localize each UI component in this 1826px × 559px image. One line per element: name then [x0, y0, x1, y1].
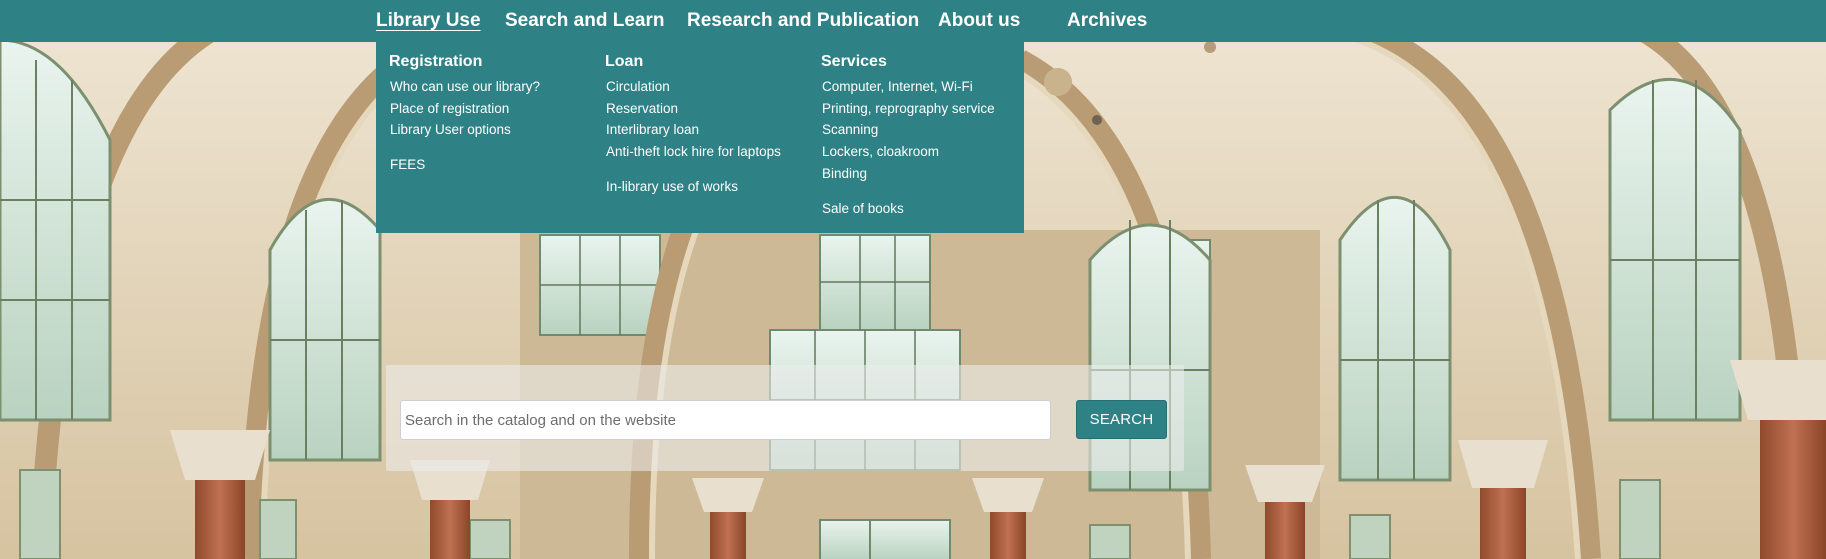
- dropdown-column-loan: Loan Circulation Reservation Interlibrar…: [605, 52, 781, 198]
- nav-item-about-us[interactable]: About us: [938, 0, 1020, 42]
- dropdown-link-interlibrary-loan[interactable]: Interlibrary loan: [605, 119, 781, 141]
- search-button[interactable]: SEARCH: [1076, 400, 1167, 439]
- search-input[interactable]: [400, 400, 1051, 440]
- nav-item-search-and-learn[interactable]: Search and Learn: [505, 0, 664, 42]
- dropdown-heading-loan[interactable]: Loan: [605, 52, 781, 72]
- dropdown-link-printing-reprography[interactable]: Printing, reprography service: [821, 98, 995, 120]
- dropdown-link-fees[interactable]: FEES: [389, 154, 540, 176]
- dropdown-column-registration: Registration Who can use our library? Pl…: [389, 52, 540, 176]
- dropdown-link-library-user-options[interactable]: Library User options: [389, 119, 540, 141]
- dropdown-link-computer-internet-wifi[interactable]: Computer, Internet, Wi-Fi: [821, 76, 995, 98]
- nav-item-library-use[interactable]: Library Use: [376, 0, 481, 42]
- library-use-dropdown-menu: Registration Who can use our library? Pl…: [376, 42, 1024, 233]
- dropdown-link-reservation[interactable]: Reservation: [605, 98, 781, 120]
- nav-item-archives[interactable]: Archives: [1067, 0, 1147, 42]
- dropdown-heading-services[interactable]: Services: [821, 52, 995, 72]
- nav-item-research-and-publication[interactable]: Research and Publication: [687, 0, 919, 42]
- dropdown-link-circulation[interactable]: Circulation: [605, 76, 781, 98]
- dropdown-heading-registration[interactable]: Registration: [389, 52, 540, 72]
- dropdown-link-sale-of-books[interactable]: Sale of books: [821, 198, 995, 220]
- search-panel: SEARCH: [386, 365, 1184, 471]
- dropdown-link-binding[interactable]: Binding: [821, 163, 995, 185]
- dropdown-link-in-library-use[interactable]: In-library use of works: [605, 176, 781, 198]
- dropdown-column-services: Services Computer, Internet, Wi-Fi Print…: [821, 52, 995, 219]
- dropdown-link-lockers-cloakroom[interactable]: Lockers, cloakroom: [821, 141, 995, 163]
- dropdown-link-who-can-use[interactable]: Who can use our library?: [389, 76, 540, 98]
- dropdown-link-anti-theft-lock[interactable]: Anti-theft lock hire for laptops: [605, 141, 781, 163]
- dropdown-link-place-of-registration[interactable]: Place of registration: [389, 98, 540, 120]
- main-navigation-bar: Library Use Search and Learn Research an…: [0, 0, 1826, 42]
- dropdown-link-scanning[interactable]: Scanning: [821, 119, 995, 141]
